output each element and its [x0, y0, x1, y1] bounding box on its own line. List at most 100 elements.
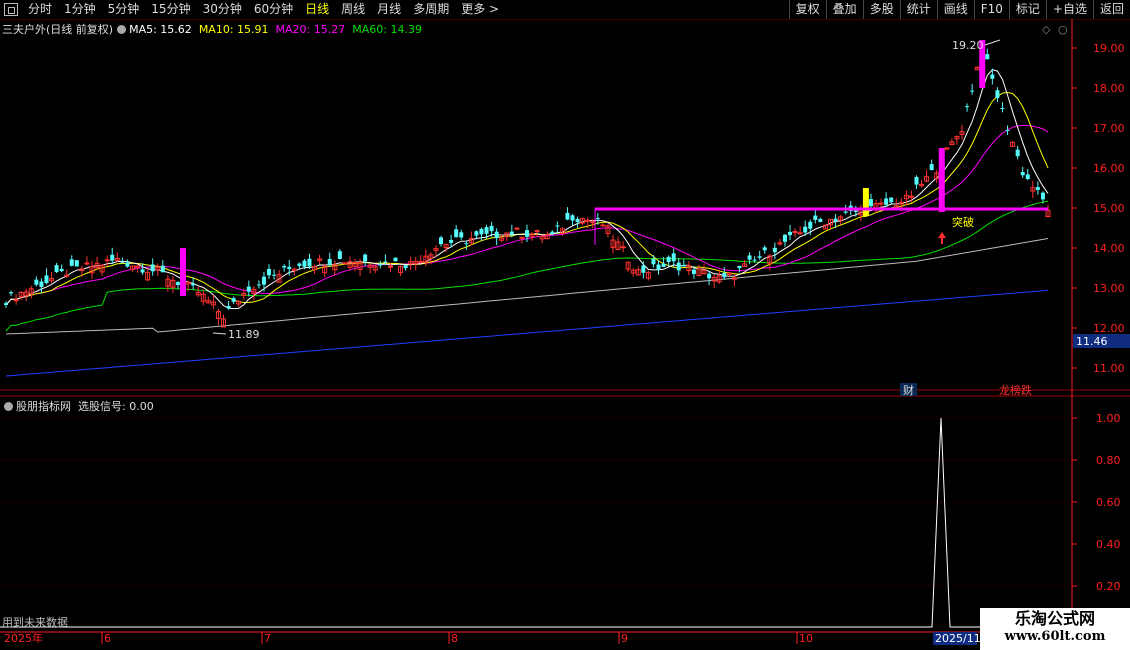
candle-body — [74, 260, 79, 267]
candle-body — [433, 248, 439, 251]
candle-body — [129, 265, 135, 271]
tab-9[interactable]: 多周期 — [407, 0, 455, 19]
candle-body — [150, 264, 155, 272]
candle-body — [797, 232, 803, 235]
tab-0[interactable]: 分时 — [22, 0, 58, 19]
candle-body — [357, 261, 363, 270]
indicator-tick-label: 0.40 — [1096, 538, 1121, 551]
period-toolbar: 分时 1分钟 5分钟 15分钟 30分钟 60分钟 日线 周线 月线 多周期 更多 > 复权 叠加 多股… — [0, 0, 1130, 20]
watermark: 乐淘公式网 www.60lt.com — [980, 608, 1130, 650]
toolbar-button-4[interactable]: 画线 — [936, 0, 974, 19]
tab-8[interactable]: 月线 — [371, 0, 407, 19]
candle-body — [570, 215, 575, 221]
breakout-label: 突破 — [952, 215, 974, 229]
candle-body — [64, 274, 70, 277]
month-label: 9 — [621, 632, 628, 645]
candle-body — [1040, 192, 1045, 200]
candle-body — [529, 233, 535, 238]
candle-body — [822, 224, 828, 230]
candle-body — [544, 234, 550, 240]
candle-body — [59, 268, 64, 272]
candle-body — [378, 263, 383, 266]
price-tick-label: 15.00 — [1093, 202, 1125, 215]
tab-3[interactable]: 15分钟 — [145, 0, 196, 19]
indicator-settings-icon[interactable] — [4, 402, 13, 411]
rank-marker: 龙榜跌 — [999, 383, 1032, 397]
tab-4[interactable]: 30分钟 — [197, 0, 248, 19]
candle-body — [307, 258, 312, 267]
tab-2[interactable]: 5分钟 — [102, 0, 146, 19]
candle-body — [908, 195, 914, 198]
stock-title: 三夫户外(日线 前复权) — [2, 23, 114, 36]
candle-body — [671, 253, 676, 262]
candle-body — [1020, 172, 1025, 176]
current-price-label: 11.46 — [1076, 335, 1108, 348]
candle-body — [13, 299, 19, 302]
toolbar-button-3[interactable]: 统计 — [899, 0, 937, 19]
candle-body — [347, 261, 353, 268]
low-pointer — [212, 332, 227, 335]
tab-1[interactable]: 1分钟 — [58, 0, 102, 19]
candle-body — [459, 232, 464, 238]
candle-body — [838, 216, 844, 221]
kline-chart[interactable]: 19.20 11.89 突破财 龙榜跌 19.00 18.00 17.00 16.00 15.… — [0, 0, 1130, 650]
month-label: 6 — [104, 632, 111, 645]
tab-10[interactable]: 更多 > — [455, 0, 505, 19]
candle-body — [514, 227, 520, 230]
candle-body — [1045, 209, 1051, 218]
candle-body — [848, 205, 853, 212]
candle-body — [716, 275, 722, 283]
candle-body — [595, 217, 600, 219]
toolbar-button-8[interactable]: 返回 — [1092, 0, 1130, 19]
candle-body — [919, 183, 925, 187]
candle-body — [499, 237, 505, 241]
ma10-value: MA10: 15.91 — [198, 23, 269, 36]
candle-body — [474, 231, 479, 236]
tab-6[interactable]: 日线 — [299, 0, 335, 19]
candle-body — [555, 225, 560, 227]
candle-body — [590, 221, 596, 224]
window-icon[interactable] — [4, 3, 18, 16]
candle-body — [287, 266, 292, 270]
toolbar-button-0[interactable]: 复权 — [788, 0, 826, 19]
candle-body — [337, 251, 342, 260]
month-label: 10 — [799, 632, 813, 645]
candle-body — [84, 262, 90, 265]
candle-body — [403, 265, 408, 269]
candle-body — [605, 225, 611, 234]
toolbar-button-1[interactable]: 叠加 — [825, 0, 863, 19]
candle-body — [813, 215, 818, 220]
candle-body — [853, 210, 858, 212]
candle-body — [413, 260, 419, 265]
tab-7[interactable]: 周线 — [335, 0, 371, 19]
candle — [938, 148, 945, 212]
tab-5[interactable]: 60分钟 — [248, 0, 299, 19]
candle-body — [726, 272, 732, 276]
candle-body — [1025, 174, 1030, 179]
candle-body — [454, 229, 459, 238]
candle-body — [34, 279, 39, 285]
candle-body — [949, 141, 955, 146]
price-tick-label: 12.00 — [1093, 322, 1125, 335]
candle-body — [44, 275, 49, 284]
candle-body — [767, 255, 773, 264]
candle-body — [858, 208, 864, 216]
indicator-title: 股朋指标网 — [16, 400, 71, 413]
candle-body — [772, 247, 777, 253]
candle-body — [464, 243, 469, 245]
candle-body — [1010, 141, 1016, 147]
candle-body — [580, 218, 586, 224]
signal-value: 选股信号: 0.00 — [78, 400, 154, 413]
toolbar-button-7[interactable]: +自选 — [1045, 0, 1093, 19]
candle-body — [954, 135, 960, 140]
month-label: 7 — [264, 632, 271, 645]
settings-icon[interactable] — [117, 25, 127, 34]
candle-body — [39, 281, 44, 288]
toolbar-button-6[interactable]: 标记 — [1008, 0, 1046, 19]
toolbar-button-5[interactable]: F10 — [973, 0, 1009, 19]
toolbar-button-2[interactable]: 多股 — [862, 0, 900, 19]
candle-body — [408, 261, 414, 265]
candle-body — [439, 237, 444, 245]
candle-body — [195, 291, 201, 296]
candle-body — [929, 164, 934, 171]
